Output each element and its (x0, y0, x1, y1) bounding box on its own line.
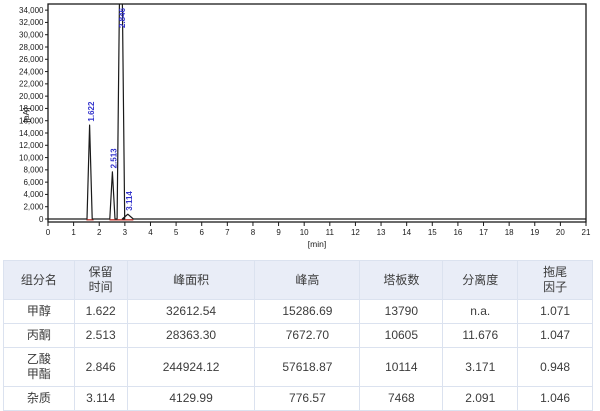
cell-tailing-factor: 1.071 (518, 300, 593, 324)
cell-peak-height: 15286.69 (255, 300, 360, 324)
x-tick-label: 20 (556, 228, 565, 237)
peak-retention-label: 1.622 (87, 101, 96, 122)
x-tick-label: 9 (276, 228, 281, 237)
x-tick-label: 18 (505, 228, 514, 237)
cell-retention-time: 2.846 (74, 348, 127, 387)
x-tick-label: 11 (326, 228, 335, 237)
col-header-height: 峰高 (255, 261, 360, 300)
table-row: 杂质3.1144129.99776.5774682.0911.046 (4, 387, 593, 411)
x-tick-label: 19 (530, 228, 539, 237)
cell-peak-area: 28363.30 (127, 324, 255, 348)
y-tick-label: 26,000 (19, 55, 44, 64)
y-axis-label: [pA] (21, 107, 31, 122)
x-tick-label: 8 (251, 228, 256, 237)
cell-resolution: 11.676 (443, 324, 518, 348)
chromatogram-plot: 0 2,000 4,000 6,000 8,000 10,000 12,000 14,000 1… (0, 0, 600, 252)
results-table: 组分名 保留 时间 峰面积 峰高 塔板数 分离度 拖尾 因子 甲醇1.62232… (3, 260, 593, 411)
y-tick-label: 2,000 (23, 203, 44, 212)
cell-peak-area: 32612.54 (127, 300, 255, 324)
cell-resolution: 3.171 (443, 348, 518, 387)
x-tick-label: 0 (46, 228, 51, 237)
peak-retention-label: 3.114 (125, 191, 134, 211)
y-tick-label: 6,000 (23, 178, 44, 187)
y-tick-label: 30,000 (19, 31, 44, 40)
col-header-resolution: 分离度 (443, 261, 518, 300)
cell-tailing-factor: 1.047 (518, 324, 593, 348)
cell-peak-height: 776.57 (255, 387, 360, 411)
col-header-plates: 塔板数 (360, 261, 443, 300)
y-tick-label: 32,000 (19, 18, 44, 27)
x-tick-label: 13 (377, 228, 386, 237)
col-header-area: 峰面积 (127, 261, 255, 300)
cell-retention-time: 1.622 (74, 300, 127, 324)
cell-peak-height: 7672.70 (255, 324, 360, 348)
y-tick-label: 22,000 (19, 80, 44, 89)
cell-resolution: n.a. (443, 300, 518, 324)
cell-component-name: 杂质 (4, 387, 75, 411)
cell-tailing-factor: 0.948 (518, 348, 593, 387)
y-tick-label: 12,000 (19, 141, 44, 150)
y-tick-label: 10,000 (19, 153, 44, 162)
cell-peak-height: 57618.87 (255, 348, 360, 387)
x-tick-label: 12 (351, 228, 360, 237)
y-tick-label: 20,000 (19, 92, 44, 101)
cell-plate-count: 10114 (360, 348, 443, 387)
y-tick-label: 0 (39, 215, 44, 224)
col-header-component: 组分名 (4, 261, 75, 300)
x-tick-label: 5 (174, 228, 179, 237)
x-axis-label: [min] (308, 239, 326, 249)
table-row: 甲醇1.62232612.5415286.6913790n.a.1.071 (4, 300, 593, 324)
peak-retention-label: 2.846 (118, 7, 127, 28)
cell-component-name: 甲醇 (4, 300, 75, 324)
x-tick-label: 21 (582, 228, 591, 237)
x-tick-label: 17 (479, 228, 488, 237)
x-tick-label: 15 (428, 228, 437, 237)
x-tick-label: 6 (199, 228, 204, 237)
table-row: 丙酮2.51328363.307672.701060511.6761.047 (4, 324, 593, 348)
y-tick-label: 4,000 (23, 190, 44, 199)
x-tick-label: 4 (148, 228, 153, 237)
cell-resolution: 2.091 (443, 387, 518, 411)
cell-plate-count: 10605 (360, 324, 443, 348)
cell-component-name: 乙酸 甲酯 (4, 348, 75, 387)
table-row: 乙酸 甲酯2.846244924.1257618.87101143.1710.9… (4, 348, 593, 387)
x-tick-label: 1 (71, 228, 76, 237)
cell-tailing-factor: 1.046 (518, 387, 593, 411)
y-tick-label: 28,000 (19, 43, 44, 52)
table-header-row: 组分名 保留 时间 峰面积 峰高 塔板数 分离度 拖尾 因子 (4, 261, 593, 300)
y-tick-label: 8,000 (23, 166, 44, 175)
y-tick-label: 34,000 (19, 6, 44, 15)
x-tick-label: 10 (300, 228, 309, 237)
col-header-retention: 保留 时间 (74, 261, 127, 300)
x-tick-label: 3 (123, 228, 128, 237)
cell-retention-time: 2.513 (74, 324, 127, 348)
cell-retention-time: 3.114 (74, 387, 127, 411)
cell-peak-area: 244924.12 (127, 348, 255, 387)
cell-plate-count: 7468 (360, 387, 443, 411)
x-tick-label: 16 (453, 228, 462, 237)
x-tick-label: 14 (402, 228, 411, 237)
col-header-tailing: 拖尾 因子 (518, 261, 593, 300)
cell-peak-area: 4129.99 (127, 387, 255, 411)
y-tick-label: 24,000 (19, 67, 44, 76)
chromatogram-panel: 0 2,000 4,000 6,000 8,000 10,000 12,000 14,000 1… (0, 0, 600, 252)
y-tick-label: 14,000 (19, 129, 44, 138)
peak-retention-label: 2.513 (110, 148, 119, 169)
cell-component-name: 丙酮 (4, 324, 75, 348)
cell-plate-count: 13790 (360, 300, 443, 324)
x-tick-label: 2 (97, 228, 102, 237)
x-tick-label: 7 (225, 228, 230, 237)
